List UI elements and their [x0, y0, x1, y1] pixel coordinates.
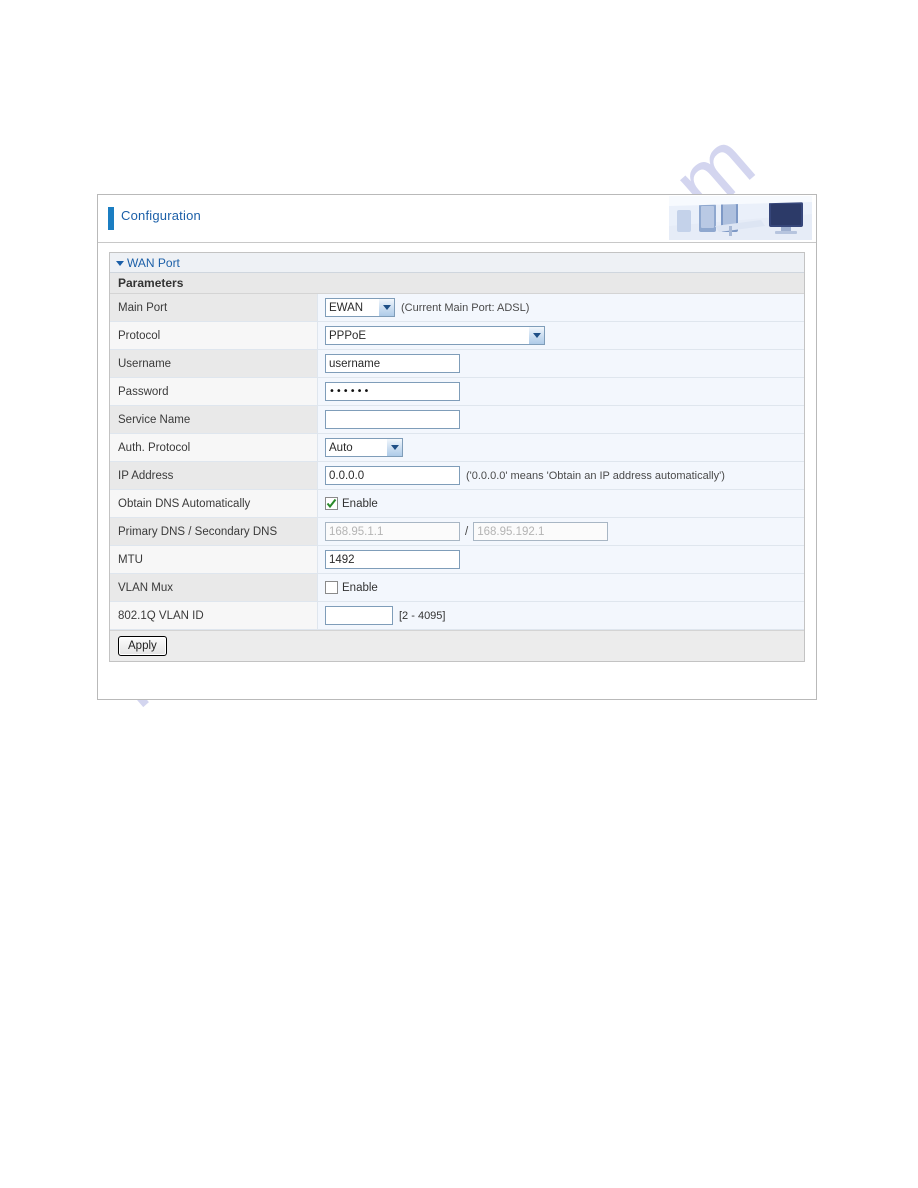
row-field	[318, 546, 804, 573]
row-label: Password	[110, 378, 318, 405]
chevron-down-icon	[386, 439, 402, 456]
main-port-hint: (Current Main Port: ADSL)	[401, 301, 530, 314]
row-label: Protocol	[110, 322, 318, 349]
chevron-down-icon	[528, 327, 544, 344]
row-field: /	[318, 518, 804, 545]
apply-button[interactable]: Apply	[118, 636, 167, 656]
table-row: Primary DNS / Secondary DNS /	[110, 518, 804, 546]
office-computers-image	[669, 196, 812, 240]
vlan-id-input[interactable]	[325, 606, 393, 625]
checkbox-label: Enable	[342, 581, 378, 594]
row-label: Main Port	[110, 294, 318, 321]
row-field: [2 - 4095]	[318, 602, 804, 629]
table-row: Service Name	[110, 406, 804, 434]
primary-dns-input[interactable]	[325, 522, 460, 541]
row-label: MTU	[110, 546, 318, 573]
row-label: Obtain DNS Automatically	[110, 490, 318, 517]
dns-separator: /	[465, 525, 469, 538]
wan-port-panel: WAN Port Parameters Main Port EWAN (Curr…	[109, 252, 805, 662]
page-banner: Configuration	[98, 195, 816, 243]
row-label: Primary DNS / Secondary DNS	[110, 518, 318, 545]
auth-protocol-select[interactable]: Auto	[325, 438, 403, 457]
secondary-dns-input[interactable]	[473, 522, 609, 541]
table-row: 802.1Q VLAN ID [2 - 4095]	[110, 602, 804, 630]
router-config-page: Configuration WAN Port Parameters Main P…	[97, 194, 817, 700]
checkbox-label: Enable	[342, 497, 378, 510]
row-label: 802.1Q VLAN ID	[110, 602, 318, 629]
table-row: Username	[110, 350, 804, 378]
service-name-input[interactable]	[325, 410, 460, 429]
apply-bar: Apply	[110, 630, 804, 661]
main-port-select[interactable]: EWAN	[325, 298, 395, 317]
row-label: Username	[110, 350, 318, 377]
row-field: Enable	[318, 490, 804, 517]
table-row: IP Address ('0.0.0.0' means 'Obtain an I…	[110, 462, 804, 490]
row-field: Auto	[318, 434, 804, 461]
section-title: WAN Port	[127, 255, 180, 270]
obtain-dns-checkbox[interactable]: Enable	[325, 497, 378, 510]
row-field: ('0.0.0.0' means 'Obtain an IP address a…	[318, 462, 804, 489]
vlan-id-hint: [2 - 4095]	[399, 609, 446, 622]
check-icon	[326, 498, 337, 509]
ip-address-input[interactable]	[325, 466, 460, 485]
main-port-value: EWAN	[329, 301, 364, 314]
row-label: VLAN Mux	[110, 574, 318, 601]
table-row: Protocol PPPoE	[110, 322, 804, 350]
protocol-select[interactable]: PPPoE	[325, 326, 545, 345]
table-row: Auth. Protocol Auto	[110, 434, 804, 462]
username-input[interactable]	[325, 354, 460, 373]
table-row: Main Port EWAN (Current Main Port: ADSL)	[110, 294, 804, 322]
checkbox-box	[325, 497, 338, 510]
table-row: Obtain DNS Automatically Enable	[110, 490, 804, 518]
page-title: Configuration	[121, 208, 201, 223]
mtu-input[interactable]	[325, 550, 460, 569]
table-row: MTU	[110, 546, 804, 574]
vlan-mux-checkbox[interactable]: Enable	[325, 581, 378, 594]
checkbox-box	[325, 581, 338, 594]
protocol-value: PPPoE	[329, 329, 367, 342]
table-row: Password	[110, 378, 804, 406]
chevron-down-icon	[378, 299, 394, 316]
table-row: VLAN Mux Enable	[110, 574, 804, 602]
parameters-subheading: Parameters	[110, 273, 804, 294]
row-label: Service Name	[110, 406, 318, 433]
row-field: PPPoE	[318, 322, 804, 349]
row-label: Auth. Protocol	[110, 434, 318, 461]
ip-address-hint: ('0.0.0.0' means 'Obtain an IP address a…	[466, 469, 725, 482]
chevron-down-icon	[116, 260, 124, 266]
row-field: Enable	[318, 574, 804, 601]
row-field	[318, 350, 804, 377]
row-field: EWAN (Current Main Port: ADSL)	[318, 294, 804, 321]
section-header-wan-port[interactable]: WAN Port	[110, 253, 804, 273]
banner-accent-bar	[108, 207, 114, 230]
auth-protocol-value: Auto	[329, 441, 353, 454]
row-field	[318, 406, 804, 433]
row-label: IP Address	[110, 462, 318, 489]
row-field	[318, 378, 804, 405]
password-input[interactable]	[325, 382, 460, 401]
